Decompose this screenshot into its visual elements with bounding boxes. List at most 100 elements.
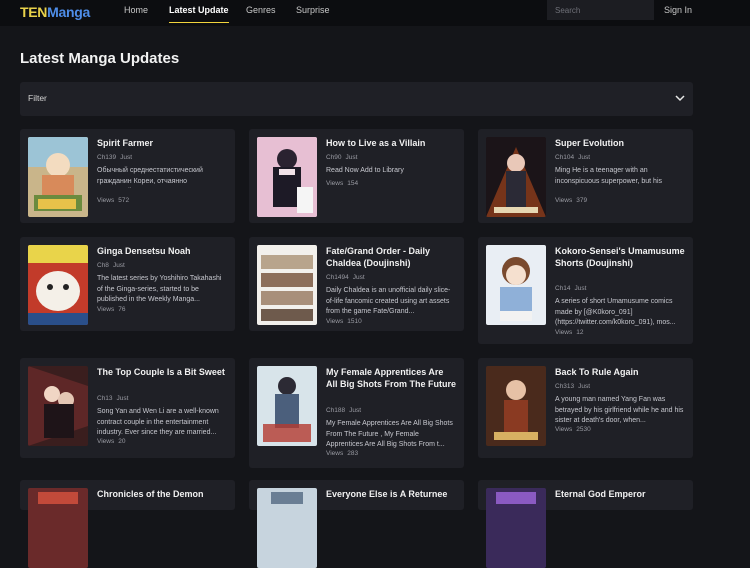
manga-title[interactable]: Ginga Densetsu Noah	[97, 245, 227, 257]
manga-card[interactable]: Super Evolution Ch104 Just Ming He is a t…	[478, 129, 693, 223]
view-count: Views 12	[555, 329, 583, 336]
chapter-meta: Ch14 Just	[555, 285, 586, 292]
update-time: Just	[120, 154, 133, 161]
chapter-number[interactable]: Ch14	[555, 285, 571, 292]
views-label: Views	[97, 438, 115, 445]
manga-cover	[486, 245, 546, 325]
views-value: 20	[118, 438, 126, 445]
site-logo[interactable]: TENManga	[20, 3, 90, 21]
manga-title[interactable]: Back To Rule Again	[555, 366, 685, 378]
nav-surprise[interactable]: Surprise	[296, 0, 330, 26]
page-title: Latest Manga Updates	[20, 50, 180, 67]
manga-description: Ming He is a teenager with an inconspicu…	[555, 167, 663, 185]
update-time: Just	[345, 154, 358, 161]
manga-title[interactable]: Everyone Else is A Returnee	[326, 488, 456, 500]
update-time: Just	[116, 395, 129, 402]
manga-card[interactable]: Fate/Grand Order - Daily Chaldea (Doujin…	[249, 237, 464, 331]
update-time: Just	[578, 383, 591, 390]
view-count: Views 283	[326, 450, 358, 457]
view-count: Views 20	[97, 438, 125, 445]
manga-cover	[28, 245, 88, 325]
manga-description: The latest series by Yoshihiro Takahashi…	[97, 275, 222, 303]
manga-title[interactable]: My Female Apprentices Are All Big Shots …	[326, 366, 456, 390]
views-label: Views	[555, 197, 573, 204]
manga-card[interactable]: Ginga Densetsu Noah Ch8 Just The latest s…	[20, 237, 235, 331]
manga-card[interactable]: Kokoro-Sensei's Umamusume Shorts (Doujin…	[478, 237, 693, 344]
views-value: 2530	[576, 426, 591, 433]
view-count: Views 379	[555, 197, 587, 204]
views-label: Views	[326, 450, 344, 457]
manga-card[interactable]: My Female Apprentices Are All Big Shots …	[249, 358, 464, 468]
chapter-meta: Ch13 Just	[97, 395, 128, 402]
chapter-number[interactable]: Ch313	[555, 383, 574, 390]
logo-text-part2: Manga	[47, 4, 90, 20]
manga-description: Read Now Add to Library	[326, 167, 404, 174]
views-label: Views	[326, 318, 344, 325]
manga-description: A young man named Yang Fan was betrayed …	[555, 396, 684, 424]
update-time: Just	[349, 407, 362, 414]
chapter-number[interactable]: Ch104	[555, 154, 574, 161]
manga-card[interactable]: Back To Rule Again Ch313 Just A young man…	[478, 358, 693, 458]
views-value: 1510	[347, 318, 362, 325]
views-label: Views	[97, 197, 115, 204]
chapter-number[interactable]: Ch1494	[326, 274, 349, 281]
update-time: Just	[352, 274, 365, 281]
logo-text-part1: TEN	[20, 4, 48, 20]
manga-title[interactable]: Chronicles of the Demon	[97, 488, 227, 500]
manga-title[interactable]: How to Live as a Villain	[326, 137, 456, 149]
filter-label: Filter	[28, 93, 47, 103]
nav-latest-update[interactable]: Latest Update	[169, 0, 229, 23]
chapter-meta: Ch8 Just	[97, 262, 125, 269]
manga-card[interactable]: Everyone Else is A Returnee	[249, 480, 464, 568]
manga-description: A series of short Umamusume comics made …	[555, 298, 676, 326]
view-count: Views 572	[97, 197, 129, 204]
view-count: Views 154	[326, 180, 358, 187]
update-time: Just	[112, 262, 125, 269]
manga-title[interactable]: Fate/Grand Order - Daily Chaldea (Doujin…	[326, 245, 456, 269]
manga-description: Обычный среднестатистический гражданин К…	[97, 167, 203, 185]
manga-cover	[486, 137, 546, 217]
chapter-number[interactable]: Ch139	[97, 154, 116, 161]
chapter-meta: Ch104 Just	[555, 154, 590, 161]
chapter-meta: Ch90 Just	[326, 154, 357, 161]
manga-cover	[28, 488, 88, 568]
manga-cover	[257, 366, 317, 446]
nav-genres[interactable]: Genres	[246, 0, 276, 26]
views-value: 572	[118, 197, 130, 204]
chapter-meta: Ch188 Just	[326, 407, 361, 414]
manga-title[interactable]: Eternal God Emperor	[555, 488, 685, 500]
manga-title[interactable]: Kokoro-Sensei's Umamusume Shorts (Doujin…	[555, 245, 685, 269]
sign-in-link[interactable]: Sign In	[664, 0, 692, 20]
manga-title[interactable]: The Top Couple Is a Bit Sweet	[97, 366, 227, 378]
chapter-number[interactable]: Ch90	[326, 154, 342, 161]
views-value: 379	[576, 197, 588, 204]
search-input[interactable]	[547, 0, 654, 20]
manga-title[interactable]: Spirit Farmer	[97, 137, 227, 149]
update-time: Just	[574, 285, 587, 292]
manga-description: Song Yan and Wen Li are a well-known con…	[97, 408, 219, 436]
manga-cover	[28, 366, 88, 446]
view-count: Views 76	[97, 306, 125, 313]
manga-card[interactable]: How to Live as a Villain Ch90 Just Read N…	[249, 129, 464, 223]
top-navigation-bar: TENManga Home Latest Update Genres Surpr…	[0, 0, 750, 26]
manga-cover	[257, 488, 317, 568]
view-count: Views 2530	[555, 426, 591, 433]
views-label: Views	[555, 329, 573, 336]
chapter-number[interactable]: Ch188	[326, 407, 345, 414]
nav-home[interactable]: Home	[124, 0, 148, 26]
chapter-meta: Ch313 Just	[555, 383, 590, 390]
manga-card[interactable]: The Top Couple Is a Bit Sweet Ch13 Just S…	[20, 358, 235, 458]
views-value: 154	[347, 180, 359, 187]
views-value: 283	[347, 450, 359, 457]
manga-card[interactable]: Chronicles of the Demon	[20, 480, 235, 568]
chapter-number[interactable]: Ch8	[97, 262, 109, 269]
filter-dropdown[interactable]: Filter	[20, 82, 693, 116]
manga-card[interactable]: Spirit Farmer Ch139 Just Обычный среднест…	[20, 129, 235, 223]
manga-title[interactable]: Super Evolution	[555, 137, 685, 149]
views-label: Views	[555, 426, 573, 433]
chevron-down-icon	[675, 95, 685, 102]
manga-cover	[486, 488, 546, 568]
chapter-number[interactable]: Ch13	[97, 395, 113, 402]
manga-card[interactable]: Eternal God Emperor	[478, 480, 693, 568]
manga-cover	[28, 137, 88, 217]
